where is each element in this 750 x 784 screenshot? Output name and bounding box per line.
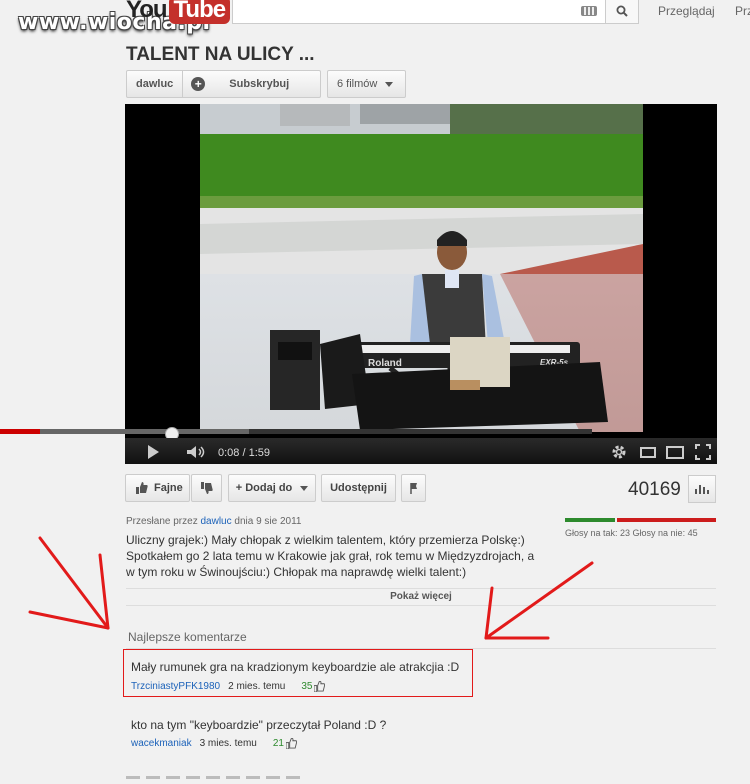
uploader-link[interactable]: dawluc [200,516,231,527]
uploaded-prefix: Przesłane przez [126,516,198,527]
thumbs-up-icon[interactable] [285,738,297,749]
like-button[interactable]: Fajne [125,474,190,502]
logo-tube: Tube [168,0,231,24]
player-controls [125,438,717,464]
video-still: Roland EXR-5s [200,104,643,432]
logo-you: You [126,0,168,23]
keyboard-icon[interactable] [581,6,597,16]
bar-chart-icon [695,485,709,494]
subscribe-plus-icon[interactable]: + [191,77,206,91]
view-count: 40169 [628,479,681,500]
video-frame: Roland EXR-5s [200,104,643,432]
highlight-box [123,649,473,697]
time-display: 0:08 / 1:59 [218,447,271,459]
volume-icon[interactable] [186,445,206,459]
comment-likes: 21 [273,738,297,749]
videos-count-label: 6 filmów [337,78,378,90]
nav-upload[interactable]: Prz [735,4,750,18]
time-current: 0:08 [218,447,240,459]
add-to-button[interactable]: + Dodaj do [228,474,316,502]
dislike-button[interactable] [191,474,222,502]
videos-dropdown[interactable]: 6 filmów [327,70,406,98]
channel-name[interactable]: dawluc [127,71,184,97]
play-icon[interactable] [148,445,159,459]
time-total: 1:59 [248,447,271,459]
chevron-down-icon [300,485,309,491]
video-description: Uliczny grajek:) Mały chłopak z wielkim … [126,533,535,579]
search-button[interactable] [605,0,639,24]
arrow-head-left-a [98,553,110,630]
flag-button[interactable] [401,474,426,502]
show-more-label: Pokaż więcej [386,591,456,602]
search-input[interactable] [232,0,606,24]
share-label: Udostępnij [330,482,387,494]
comment-author[interactable]: wacekmaniak [131,738,192,749]
keyboard-brand: Roland [368,358,402,369]
progress-bar[interactable] [0,429,592,434]
video-title: TALENT NA ULICY ... [126,44,315,65]
upload-date: dnia 9 sie 2011 [234,516,302,527]
cut-off-text [126,776,306,779]
search-icon [616,5,628,17]
channel-bar: dawluc + Subskrybuj [126,70,321,98]
likes-ratio-bar [565,518,716,522]
likes-bar [565,518,615,522]
comment-like-count: 21 [272,738,284,749]
votes-text: Głosy na tak: 23 Głosy na nie: 45 [565,528,698,538]
add-to-label: + Dodaj do [235,482,293,494]
subscribe-button[interactable]: Subskrybuj [229,78,289,90]
thumbs-down-icon [200,482,213,494]
comment-text: kto na tym "keyboardzie" przeczytał Pola… [131,718,387,732]
fullscreen-icon[interactable] [694,443,712,461]
comment-meta: wacekmaniak 3 mies. temu 21 [131,738,297,749]
gear-icon[interactable] [610,443,628,461]
share-button[interactable]: Udostępnij [321,474,396,502]
large-player-icon[interactable] [666,443,684,461]
flag-icon [409,483,417,494]
dislikes-bar [617,518,716,522]
red-arrow-left [38,536,110,630]
youtube-logo[interactable]: You Tube [126,0,231,24]
small-player-icon[interactable] [639,443,657,461]
upload-info: Przesłane przez dawluc dnia 9 sie 2011 [126,516,302,527]
top-comments-heading: Najlepsze komentarze [128,630,247,644]
thumbs-up-icon [136,482,148,494]
progress-played [0,429,40,434]
arrow-head-left-b [28,610,110,630]
stats-button[interactable] [688,475,716,503]
comment-age: 3 mies. temu [199,738,257,749]
like-label: Fajne [154,482,183,494]
chevron-down-icon [385,81,394,87]
show-more-button[interactable]: Pokaż więcej [126,588,716,606]
nav-browse[interactable]: Przeglądaj [658,4,715,18]
video-player[interactable]: Roland EXR-5s [125,104,717,464]
